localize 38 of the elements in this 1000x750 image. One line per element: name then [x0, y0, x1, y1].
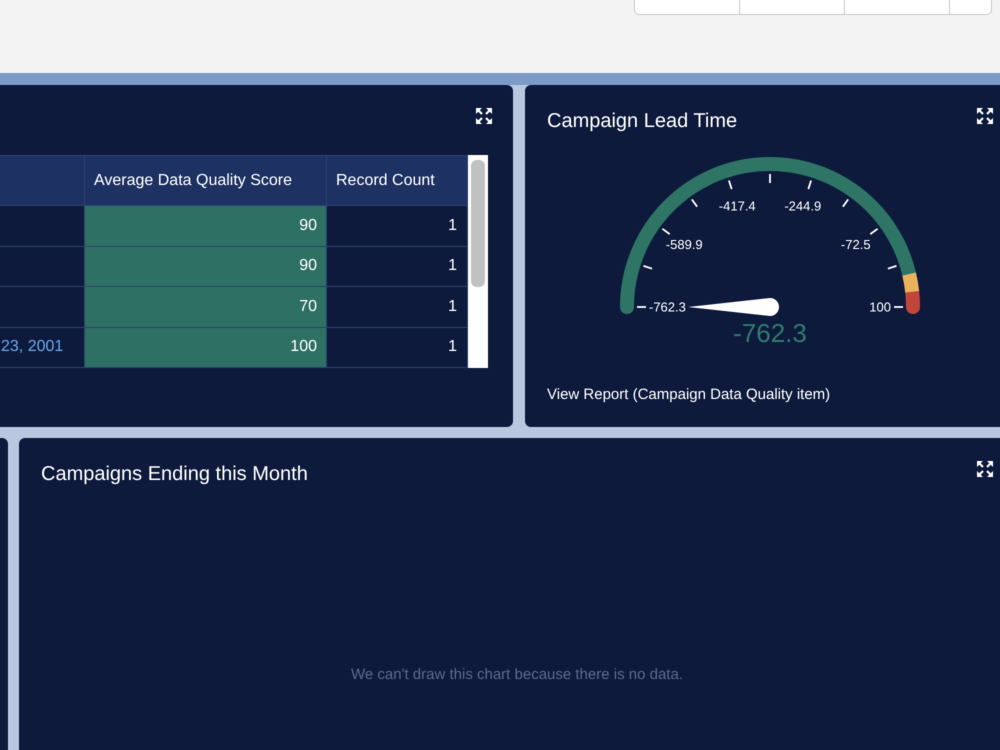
gauge-tick: [691, 198, 698, 208]
table-cell: 90: [84, 246, 326, 286]
table-cell: 1: [326, 327, 468, 368]
gauge-tick: [807, 180, 812, 190]
gauge-tick-label: -589.9: [666, 237, 703, 252]
gauge-tick-label: 100: [869, 300, 891, 314]
panel-title: Campaign Lead Time: [547, 109, 738, 133]
column-header: Record Count: [326, 156, 468, 206]
gauge-tick: [637, 306, 646, 308]
gauge-tick: [888, 265, 897, 270]
expand-icon[interactable]: [977, 461, 993, 477]
table-cell: 70: [84, 286, 326, 327]
expand-icon[interactable]: [476, 108, 492, 124]
gauge-tick: [769, 174, 771, 183]
toolbar-button[interactable]: [634, 0, 740, 15]
table-cell: 90: [84, 206, 326, 246]
empty-chart-message: We can't draw this chart because there is no data.: [351, 666, 683, 684]
toolbar-button[interactable]: [949, 0, 992, 15]
gauge-tick-label: -417.4: [718, 198, 756, 214]
gauge-tick-label: -762.3: [649, 300, 686, 314]
gauge-tick: [662, 228, 670, 235]
toolbar-button[interactable]: [739, 0, 845, 15]
gauge-tick-label: -72.5: [840, 237, 871, 252]
gauge-tick: [842, 198, 849, 208]
column-header: Average Data Quality Score: [84, 156, 326, 206]
toolbar-button[interactable]: [844, 0, 950, 15]
expand-icon[interactable]: [977, 108, 993, 124]
gauge-tick: [870, 228, 878, 235]
panel-title: Campaigns Ending this Month: [41, 462, 308, 486]
gauge-tick: [643, 265, 652, 270]
gauge-tick: [894, 306, 903, 308]
gauge-tick-label: -244.9: [784, 198, 822, 214]
table-cell: 100: [84, 327, 326, 368]
record-link[interactable]: 23, 2001: [1, 338, 64, 356]
gauge-value: -762.3: [733, 318, 807, 348]
gauge-tick: [728, 180, 733, 190]
scrollbar-thumb[interactable]: [471, 160, 485, 287]
view-report-link[interactable]: View Report (Campaign Data Quality item): [547, 386, 830, 403]
